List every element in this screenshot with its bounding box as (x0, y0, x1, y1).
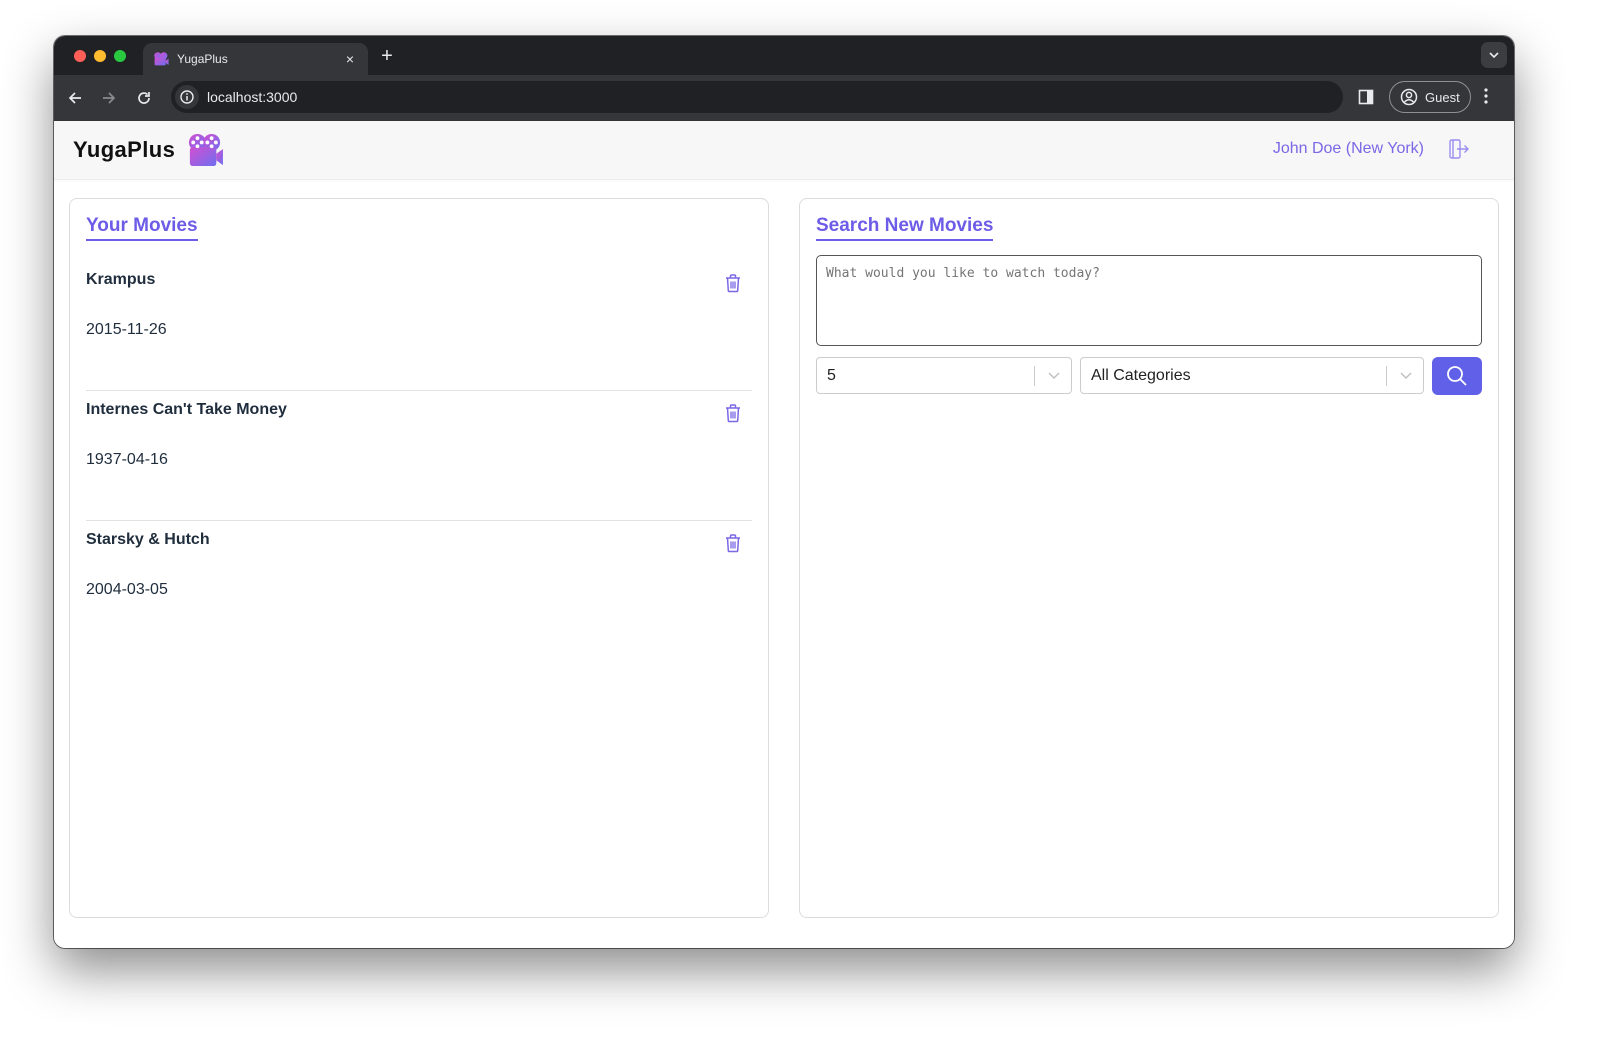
search-movies-title: Search New Movies (816, 215, 994, 241)
forward-button[interactable] (98, 87, 120, 109)
results-limit-select[interactable]: 5 (816, 357, 1072, 394)
your-movies-panel: Your Movies Krampus 2015-11-26 Internes … (69, 198, 769, 918)
browser-toolbar: localhost:3000 Guest (54, 75, 1514, 121)
close-window-button[interactable] (74, 50, 86, 62)
window-controls (74, 50, 126, 62)
your-movies-title: Your Movies (86, 215, 198, 241)
site-info-button[interactable] (175, 85, 199, 109)
tab-strip: YugaPlus × + (54, 36, 1514, 75)
info-icon (180, 90, 194, 104)
arrow-left-icon (68, 92, 81, 104)
side-panel-icon (1358, 89, 1374, 105)
panels: Your Movies Krampus 2015-11-26 Internes … (69, 198, 1499, 918)
address-bar[interactable]: localhost:3000 (171, 81, 1343, 113)
movie-date: 2004-03-05 (86, 581, 168, 598)
chevron-down-icon (1400, 372, 1412, 380)
movie-date: 2015-11-26 (86, 321, 167, 338)
side-panel-button[interactable] (1358, 89, 1374, 110)
movie-title: Krampus (86, 271, 156, 288)
trash-icon[interactable] (724, 273, 742, 293)
user-profile-link[interactable]: John Doe (New York) (1273, 140, 1424, 158)
more-vert-icon (1484, 88, 1488, 104)
search-icon (1447, 366, 1467, 386)
results-limit-value: 5 (827, 366, 836, 384)
new-tab-button[interactable]: + (376, 45, 398, 67)
browser-window: YugaPlus × + localhost:3000 Guest YugaPl… (54, 36, 1514, 948)
profile-button[interactable]: Guest (1389, 81, 1471, 113)
back-button[interactable] (64, 87, 86, 109)
movie-item: Krampus 2015-11-26 (86, 261, 752, 391)
browser-menu-button[interactable] (1484, 88, 1488, 109)
trash-icon[interactable] (724, 533, 742, 553)
chevron-down-icon (1048, 372, 1060, 380)
url-text: localhost:3000 (207, 89, 298, 105)
maximize-window-button[interactable] (114, 50, 126, 62)
reload-icon (138, 92, 150, 104)
category-select[interactable]: All Categories (1080, 357, 1424, 394)
film-camera-icon (189, 133, 224, 167)
chevron-down-icon (1489, 52, 1499, 58)
minimize-window-button[interactable] (94, 50, 106, 62)
profile-icon (1400, 88, 1418, 106)
app-header: YugaPlus John Doe (New York) (54, 121, 1514, 180)
movie-title: Starsky & Hutch (86, 531, 210, 548)
movie-title: Internes Can't Take Money (86, 401, 287, 418)
trash-icon[interactable] (724, 403, 742, 423)
logout-icon[interactable] (1448, 138, 1470, 160)
movie-item: Internes Can't Take Money 1937-04-16 (86, 391, 752, 521)
reload-button[interactable] (133, 87, 155, 109)
search-movies-panel: Search New Movies 5 All Categories (799, 198, 1499, 918)
tab-title: YugaPlus (177, 52, 228, 66)
movie-item: Starsky & Hutch 2004-03-05 (86, 521, 752, 651)
movie-date: 1937-04-16 (86, 451, 168, 468)
search-controls: 5 All Categories (816, 357, 1482, 395)
search-button[interactable] (1432, 357, 1482, 395)
select-separator (1386, 366, 1387, 386)
arrow-right-icon (103, 92, 116, 104)
category-value: All Categories (1091, 366, 1191, 384)
brand-title: YugaPlus (73, 137, 176, 162)
select-separator (1034, 366, 1035, 386)
film-camera-icon (154, 52, 169, 66)
tab-close-button[interactable]: × (342, 51, 358, 67)
tab-search-button[interactable] (1481, 42, 1507, 68)
profile-label: Guest (1425, 89, 1460, 105)
search-query-input[interactable] (816, 255, 1482, 346)
movie-list: Krampus 2015-11-26 Internes Can't Take M… (86, 261, 752, 651)
page-content: YugaPlus John Doe (New York) Your Movies (54, 121, 1514, 948)
browser-tab[interactable]: YugaPlus × (143, 43, 368, 75)
